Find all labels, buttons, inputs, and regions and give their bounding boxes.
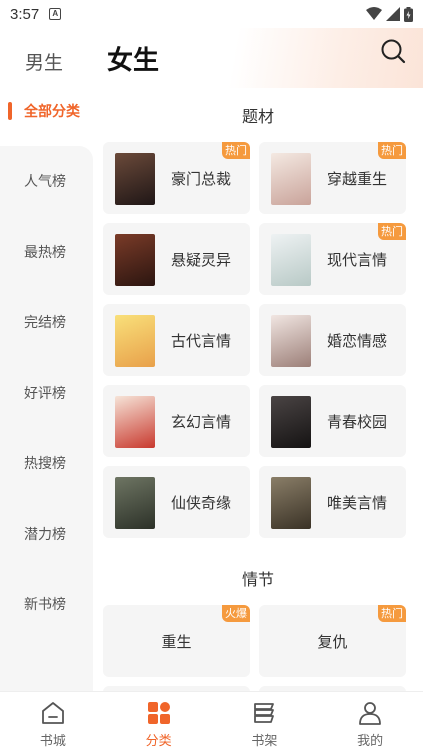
- nav-label: 书架: [251, 734, 278, 749]
- category-card[interactable]: 唯美言情: [259, 466, 406, 538]
- tab-male[interactable]: 男生: [25, 48, 63, 75]
- category-card[interactable]: 玄幻言情: [103, 385, 250, 457]
- category-icon: [147, 702, 170, 724]
- nav-profile[interactable]: 我的: [317, 692, 423, 752]
- active-indicator: [8, 101, 12, 120]
- hot-badge: 热门: [378, 142, 406, 159]
- sidebar-item-trending-search[interactable]: 热搜榜: [0, 428, 93, 499]
- signal-icon: [386, 7, 400, 21]
- category-label: 仙侠奇缘: [171, 493, 232, 512]
- sidebar-item-potential[interactable]: 潜力榜: [0, 499, 93, 570]
- sidebar-item-completed[interactable]: 完结榜: [0, 287, 93, 358]
- category-card[interactable]: 悬疑灵异: [103, 223, 250, 295]
- notification-icon: A: [49, 8, 62, 20]
- book-cover: [271, 234, 311, 286]
- sidebar-item-hottest[interactable]: 最热榜: [0, 217, 93, 288]
- status-time: 3:57: [10, 5, 40, 23]
- plot-card[interactable]: 复仇 热门: [259, 605, 406, 677]
- book-cover: [271, 153, 311, 205]
- search-icon[interactable]: [380, 38, 406, 64]
- ranking-list: 人气榜 最热榜 完结榜 好评榜 热搜榜 潜力榜 新书榜: [0, 146, 93, 691]
- category-card[interactable]: 穿越重生 热门: [259, 142, 406, 214]
- wifi-icon: [366, 7, 382, 20]
- category-sidebar: 全部分类 人气榜 最热榜 完结榜 好评榜 热搜榜 潜力榜 新书榜: [0, 88, 93, 691]
- category-label: 婚恋情感: [327, 331, 388, 350]
- category-label: 悬疑灵异: [171, 250, 232, 269]
- bookstore-icon: [41, 702, 64, 724]
- category-label: 玄幻言情: [171, 412, 232, 431]
- book-cover: [115, 153, 155, 205]
- book-cover: [271, 477, 311, 529]
- book-cover: [271, 315, 311, 367]
- section-title: 情节: [241, 570, 274, 589]
- plot-card[interactable]: 重生 火爆: [103, 605, 250, 677]
- status-bar: 3:57 A: [0, 0, 423, 28]
- sidebar-item-label: 全部分类: [24, 103, 80, 120]
- category-card[interactable]: 青春校园: [259, 385, 406, 457]
- profile-icon: [359, 702, 382, 725]
- category-label: 古代言情: [171, 331, 232, 350]
- category-card[interactable]: 古代言情: [103, 304, 250, 376]
- sidebar-item-new-books[interactable]: 新书榜: [0, 569, 93, 640]
- hot-badge: 火爆: [222, 605, 250, 622]
- category-card[interactable]: 现代言情 热门: [259, 223, 406, 295]
- book-cover: [115, 234, 155, 286]
- book-cover: [115, 477, 155, 529]
- section-title: 题材: [241, 107, 274, 126]
- hot-badge: 热门: [378, 605, 406, 622]
- book-cover: [271, 396, 311, 448]
- sidebar-item-top-rated[interactable]: 好评榜: [0, 358, 93, 429]
- category-card[interactable]: 婚恋情感: [259, 304, 406, 376]
- nav-bookshelf[interactable]: 书架: [212, 692, 318, 752]
- nav-category[interactable]: 分类: [106, 692, 212, 752]
- nav-label: 书城: [39, 734, 66, 749]
- hot-badge: 热门: [378, 223, 406, 240]
- nav-label: 分类: [145, 734, 172, 749]
- sidebar-item-popular[interactable]: 人气榜: [0, 146, 93, 217]
- hot-badge: 热门: [222, 142, 250, 159]
- nav-bookstore[interactable]: 书城: [0, 692, 106, 752]
- sidebar-item-all[interactable]: 全部分类: [0, 88, 93, 133]
- category-label: 唯美言情: [327, 493, 388, 512]
- category-label: 青春校园: [327, 412, 388, 431]
- bottom-nav: 书城 分类 书架 我的: [0, 691, 423, 752]
- book-cover: [115, 315, 155, 367]
- category-card[interactable]: 仙侠奇缘: [103, 466, 250, 538]
- bookshelf-icon: [254, 703, 275, 723]
- top-bar: 男生 女生: [0, 28, 423, 88]
- battery-icon: [404, 6, 413, 22]
- nav-label: 我的: [357, 734, 384, 749]
- category-card[interactable]: 豪门总裁 热门: [103, 142, 250, 214]
- book-cover: [115, 396, 155, 448]
- category-content: 题材 豪门总裁 热门 穿越重生 热门 悬疑灵异 现代言情 热门 古代言情 婚恋情…: [93, 88, 423, 691]
- tab-female[interactable]: 女生: [107, 40, 159, 77]
